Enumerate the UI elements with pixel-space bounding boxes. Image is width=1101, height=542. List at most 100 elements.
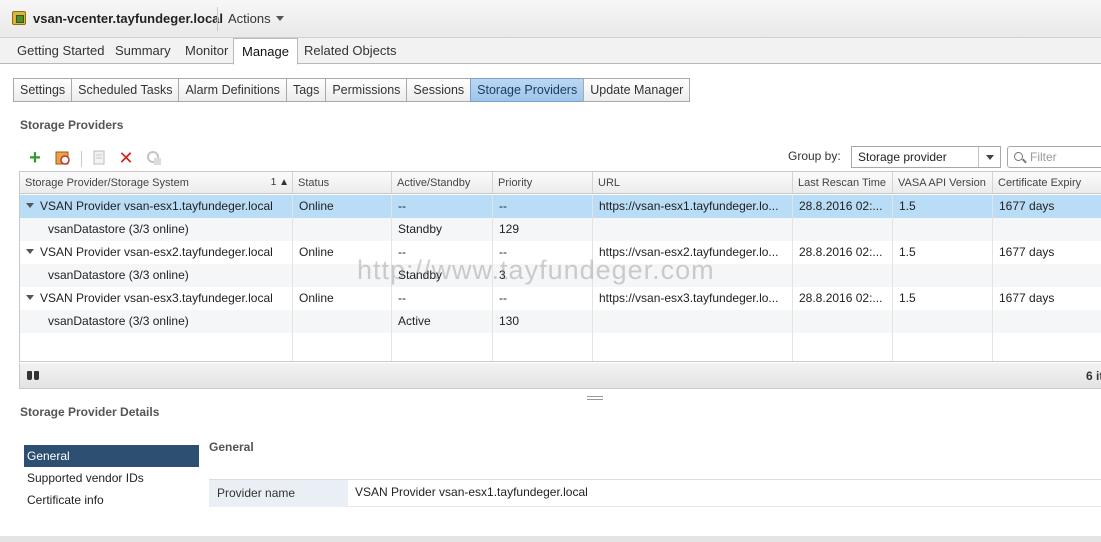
vasa-version-cell bbox=[893, 310, 993, 333]
empty-cell bbox=[793, 333, 893, 361]
status-cell: Online bbox=[293, 287, 392, 310]
last-rescan-cell bbox=[793, 310, 893, 333]
subtab-scheduled-tasks[interactable]: Scheduled Tasks bbox=[71, 78, 180, 102]
column-header-last-rescan[interactable]: Last Rescan Time bbox=[793, 172, 893, 194]
tab-related-objects[interactable]: Related Objects bbox=[304, 43, 397, 58]
empty-cell bbox=[993, 333, 1101, 361]
empty-cell bbox=[493, 333, 593, 361]
storage-providers-table: Storage Provider/Storage System 1 ▲ Statu… bbox=[19, 171, 1101, 362]
title-divider bbox=[217, 7, 218, 31]
bottom-border bbox=[0, 536, 1101, 542]
provider-cell: VSAN Provider vsan-esx2.tayfundeger.loca… bbox=[20, 241, 293, 264]
tab-monitor[interactable]: Monitor bbox=[185, 43, 228, 58]
column-header-vasa-version[interactable]: VASA API Version bbox=[893, 172, 993, 194]
empty-row bbox=[20, 333, 1101, 361]
pane-splitter-handle[interactable] bbox=[587, 396, 603, 400]
column-header-active-standby[interactable]: Active/Standby bbox=[392, 172, 493, 194]
tab-manage[interactable]: Manage bbox=[233, 38, 298, 65]
table-header: Storage Provider/Storage System 1 ▲ Statu… bbox=[20, 172, 1101, 194]
table-row[interactable]: vsanDatastore (3/3 online) Active 130 bbox=[20, 310, 1101, 333]
table-row[interactable]: vsanDatastore (3/3 online) Standby 129 bbox=[20, 218, 1101, 241]
priority-cell: 130 bbox=[493, 310, 593, 333]
column-header-provider[interactable]: Storage Provider/Storage System 1 ▲ bbox=[20, 172, 293, 194]
table-row[interactable]: VSAN Provider vsan-esx2.tayfundeger.loca… bbox=[20, 241, 1101, 264]
details-nav: General Supported vendor IDs Certificate… bbox=[24, 445, 199, 511]
provider-name: VSAN Provider vsan-esx2.tayfundeger.loca… bbox=[40, 245, 273, 259]
subtab-alarm-definitions[interactable]: Alarm Definitions bbox=[178, 78, 287, 102]
subtab-storage-providers[interactable]: Storage Providers bbox=[470, 78, 585, 102]
nav-general[interactable]: General bbox=[24, 445, 199, 467]
column-header-cert-expiry[interactable]: Certificate Expiry bbox=[993, 172, 1101, 194]
active-standby-cell: Active bbox=[392, 310, 493, 333]
active-standby-cell: -- bbox=[392, 195, 493, 218]
cert-expiry-cell: 1677 days bbox=[993, 195, 1101, 218]
chevron-down-icon[interactable] bbox=[26, 203, 34, 209]
status-cell bbox=[293, 218, 392, 241]
provider-cell: VSAN Provider vsan-esx1.tayfundeger.loca… bbox=[20, 195, 293, 218]
cert-expiry-cell bbox=[993, 310, 1101, 333]
tab-summary[interactable]: Summary bbox=[115, 43, 171, 58]
refresh-certificate-icon[interactable] bbox=[145, 150, 163, 168]
provider-name-label: Provider name bbox=[209, 480, 348, 507]
subtab-sessions[interactable]: Sessions bbox=[406, 78, 472, 102]
subtab-update-manager[interactable]: Update Manager bbox=[583, 78, 691, 102]
url-cell: https://vsan-esx2.tayfundeger.lo... bbox=[593, 241, 793, 264]
last-rescan-cell: 28.8.2016 02:... bbox=[793, 195, 893, 218]
priority-cell: 129 bbox=[493, 218, 593, 241]
chevron-down-icon[interactable] bbox=[26, 249, 34, 255]
column-header-url[interactable]: URL bbox=[593, 172, 793, 194]
vasa-version-cell: 1.5 bbox=[893, 287, 993, 310]
chevron-down-icon bbox=[978, 147, 1000, 167]
sync-icon[interactable] bbox=[90, 150, 108, 168]
column-label: Storage Provider/Storage System bbox=[25, 177, 189, 189]
rescan-icon[interactable] bbox=[54, 150, 72, 168]
table-row[interactable]: vsanDatastore (3/3 online) Standby 3 bbox=[20, 264, 1101, 287]
empty-cell bbox=[593, 333, 793, 361]
table-row[interactable]: VSAN Provider vsan-esx1.tayfundeger.loca… bbox=[20, 195, 1101, 218]
title-bar: vsan-vcenter.tayfundeger.local Actions bbox=[0, 0, 1101, 38]
active-standby-cell: -- bbox=[392, 287, 493, 310]
remove-icon[interactable]: ✕ bbox=[117, 149, 135, 168]
subtab-permissions[interactable]: Permissions bbox=[325, 78, 408, 102]
filter-input[interactable]: Filter bbox=[1007, 146, 1101, 168]
priority-cell: -- bbox=[493, 195, 593, 218]
provider-name: VSAN Provider vsan-esx1.tayfundeger.loca… bbox=[40, 199, 273, 213]
chevron-down-icon[interactable] bbox=[26, 295, 34, 301]
last-rescan-cell: 28.8.2016 02:... bbox=[793, 287, 893, 310]
storage-providers-heading: Storage Providers bbox=[20, 118, 124, 132]
cert-expiry-cell bbox=[993, 264, 1101, 287]
search-icon bbox=[1014, 152, 1023, 161]
vasa-version-cell: 1.5 bbox=[893, 241, 993, 264]
subtab-settings[interactable]: Settings bbox=[13, 78, 73, 102]
nav-supported-vendor-ids[interactable]: Supported vendor IDs bbox=[24, 467, 199, 489]
vasa-version-cell bbox=[893, 218, 993, 241]
url-cell: https://vsan-esx1.tayfundeger.lo... bbox=[593, 195, 793, 218]
group-by-select[interactable]: Storage provider bbox=[851, 146, 1001, 168]
empty-cell bbox=[392, 333, 493, 361]
nav-certificate-info[interactable]: Certificate info bbox=[24, 489, 199, 511]
table-footer: 6 it bbox=[19, 363, 1101, 389]
status-cell: Online bbox=[293, 195, 392, 218]
actions-menu[interactable]: Actions bbox=[228, 11, 284, 26]
tab-getting-started[interactable]: Getting Started bbox=[17, 43, 104, 58]
provider-name-value: VSAN Provider vsan-esx1.tayfundeger.loca… bbox=[355, 485, 588, 499]
empty-cell bbox=[893, 333, 993, 361]
binoculars-icon[interactable] bbox=[26, 369, 40, 381]
actions-label: Actions bbox=[228, 11, 271, 26]
provider-cell: VSAN Provider vsan-esx3.tayfundeger.loca… bbox=[20, 287, 293, 310]
priority-cell: -- bbox=[493, 241, 593, 264]
datastore-name: vsanDatastore (3/3 online) bbox=[20, 264, 293, 287]
vcenter-icon bbox=[12, 11, 26, 25]
add-icon[interactable]: + bbox=[26, 148, 44, 168]
general-heading: General bbox=[209, 440, 254, 454]
group-by-value: Storage provider bbox=[858, 150, 947, 164]
table-row[interactable]: VSAN Provider vsan-esx3.tayfundeger.loca… bbox=[20, 287, 1101, 310]
sort-ascending-icon: 1 ▲ bbox=[270, 177, 289, 188]
vasa-version-cell: 1.5 bbox=[893, 195, 993, 218]
subtab-tags[interactable]: Tags bbox=[285, 78, 327, 102]
column-header-priority[interactable]: Priority bbox=[493, 172, 593, 194]
column-header-status[interactable]: Status bbox=[293, 172, 392, 194]
filter-placeholder: Filter bbox=[1030, 150, 1057, 164]
datastore-name: vsanDatastore (3/3 online) bbox=[20, 310, 293, 333]
last-rescan-cell bbox=[793, 264, 893, 287]
